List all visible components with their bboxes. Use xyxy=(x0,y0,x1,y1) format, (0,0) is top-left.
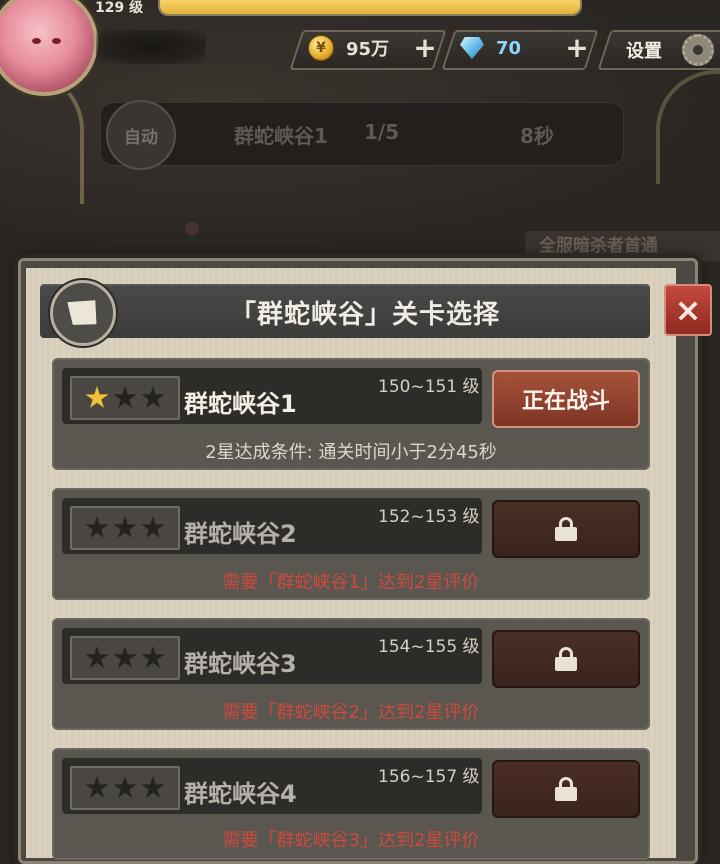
star-icon xyxy=(85,646,109,668)
stage-level-range: 150~151 级 xyxy=(378,377,480,397)
star-icon xyxy=(141,516,165,538)
gem-value: 70 xyxy=(496,37,522,59)
stage-stars xyxy=(70,506,180,550)
stage-name: 群蛇峡谷2 xyxy=(184,520,297,548)
star-icon xyxy=(141,776,165,798)
auto-battle-time: 8秒 xyxy=(520,124,554,148)
exp-bar-fill xyxy=(160,0,580,14)
background-marker xyxy=(185,222,199,236)
gem-display: 70 xyxy=(460,30,521,66)
star-icon xyxy=(113,516,137,538)
locked-stage-button[interactable] xyxy=(492,500,640,558)
stage-requirement: 需要「群蛇峡谷2」达到2星评价 xyxy=(222,702,480,723)
add-gems-button[interactable]: + xyxy=(562,33,592,63)
gear-icon[interactable] xyxy=(682,34,714,66)
star-icon xyxy=(85,776,109,798)
auto-battle-button[interactable]: 自动 xyxy=(106,100,176,170)
star-icon xyxy=(85,386,109,408)
star-icon xyxy=(113,776,137,798)
lock-icon xyxy=(555,517,577,541)
auto-battle-stage: 群蛇峡谷1 xyxy=(234,124,328,148)
dialog-title: 「群蛇峡谷」关卡选择 xyxy=(230,300,501,330)
stage-stars xyxy=(70,636,180,680)
exp-bar xyxy=(158,0,582,16)
gold-display: ¥ 95万 xyxy=(308,30,389,66)
stage-stars xyxy=(70,766,180,810)
lock-icon xyxy=(555,777,577,801)
fighting-button[interactable]: 正在战斗 xyxy=(492,370,640,428)
background-notice: 全服暗杀者首通 xyxy=(525,231,720,261)
player-level: 129 级 xyxy=(95,0,144,16)
star-icon xyxy=(113,386,137,408)
gem-icon xyxy=(460,37,484,59)
avatar-eye xyxy=(32,38,41,44)
star-icon xyxy=(141,386,165,408)
avatar-eye xyxy=(52,38,61,44)
stage-level-range: 156~157 级 xyxy=(378,767,480,787)
stage-requirement: 需要「群蛇峡谷3」达到2星评价 xyxy=(222,830,480,851)
stage-level-range: 152~153 级 xyxy=(378,507,480,527)
star-icon xyxy=(141,646,165,668)
map-icon xyxy=(50,280,116,346)
coin-icon: ¥ xyxy=(308,35,334,61)
close-button[interactable]: × xyxy=(664,284,712,336)
stage-stars xyxy=(70,376,180,420)
stage-name: 群蛇峡谷1 xyxy=(184,390,297,418)
auto-battle-progress: 1/5 xyxy=(364,120,400,144)
gold-value: 95万 xyxy=(346,39,390,60)
lock-icon xyxy=(555,647,577,671)
stage-name: 群蛇峡谷3 xyxy=(184,650,297,678)
stage-condition: 2星达成条件: 通关时间小于2分45秒 xyxy=(205,442,497,463)
stage-requirement: 需要「群蛇峡谷1」达到2星评价 xyxy=(222,572,480,593)
locked-stage-button[interactable] xyxy=(492,630,640,688)
locked-stage-button[interactable] xyxy=(492,760,640,818)
settings-button[interactable]: 设置 xyxy=(626,37,662,63)
stage-name: 群蛇峡谷4 xyxy=(184,780,297,808)
star-icon xyxy=(85,516,109,538)
star-icon xyxy=(113,646,137,668)
player-name-obscured xyxy=(96,30,206,64)
add-gold-button[interactable]: + xyxy=(410,33,440,63)
stage-level-range: 154~155 级 xyxy=(378,637,480,657)
